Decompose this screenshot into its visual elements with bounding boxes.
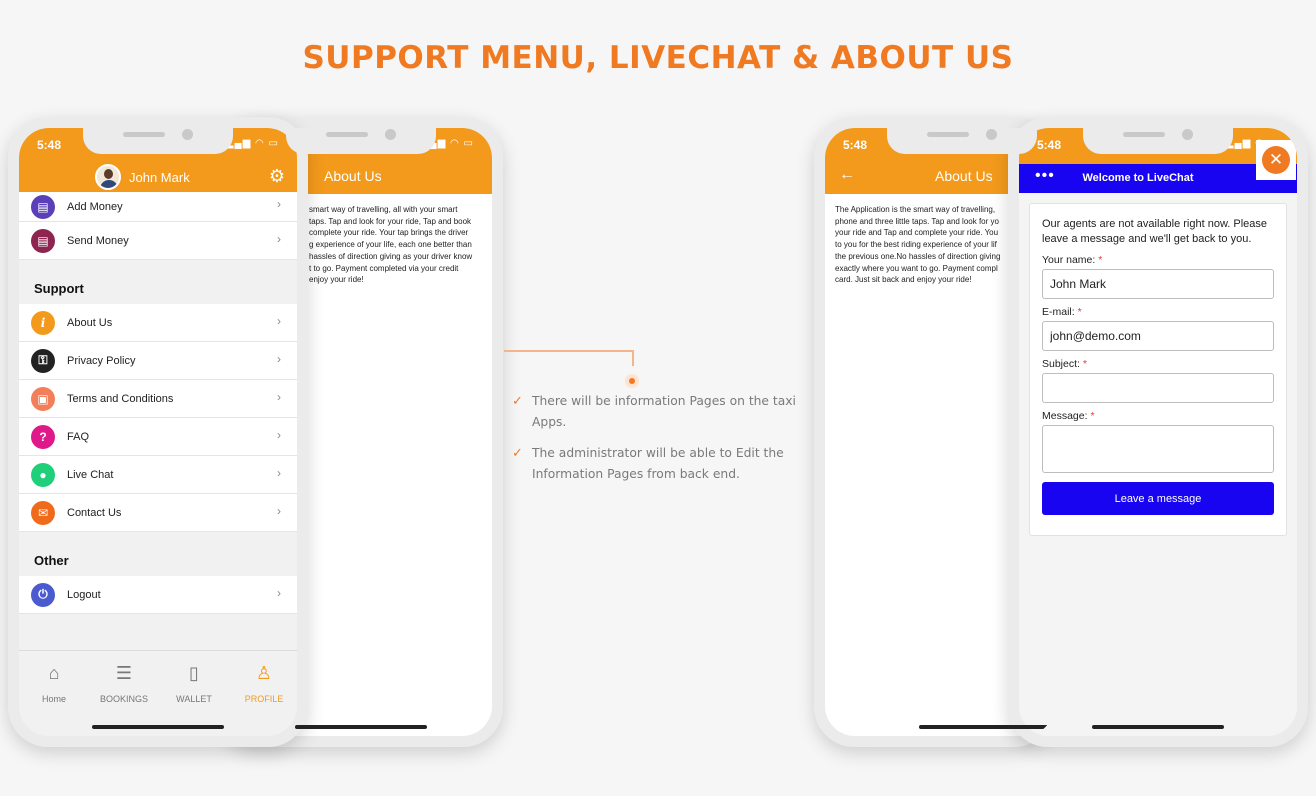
info-icon: i [31, 310, 55, 335]
menu-item-send-money[interactable]: ▤ Send Money › [19, 222, 297, 260]
chevron-right-icon: › [277, 390, 281, 404]
home-indicator [92, 725, 224, 729]
required-mark: * [1082, 358, 1087, 370]
bottom-tab-bar: ⌂ Home ☰ BOOKINGS ▯ WALLET ♙ PROFILE [19, 650, 297, 736]
menu-item-about-us[interactable]: i About Us › [19, 304, 297, 342]
leave-message-button[interactable]: Leave a message [1042, 482, 1274, 515]
phone-livechat: 5:48 ▂▄▆ ◠ ▭ ••• Welcome to LiveChat ✕ O… [1008, 117, 1308, 747]
back-arrow-icon[interactable]: ← [839, 166, 855, 184]
required-mark: * [1090, 410, 1095, 422]
notch [83, 128, 233, 154]
chevron-right-icon: › [277, 466, 281, 480]
chevron-right-icon: › [277, 314, 281, 328]
question-icon: ? [31, 424, 55, 449]
home-indicator [919, 725, 1052, 729]
connector-dot [625, 374, 639, 388]
tab-bookings[interactable]: ☰ BOOKINGS [89, 663, 159, 704]
wallet-send-icon: ▤ [31, 228, 55, 253]
about-body-text: The Application is the smart way of trav… [835, 205, 1001, 285]
profile-user-name: John Mark [129, 169, 190, 185]
user-icon: ♙ [255, 663, 273, 683]
subject-label: Subject: [1042, 358, 1080, 370]
menu-item-terms[interactable]: ▣ Terms and Conditions › [19, 380, 297, 418]
livechat-title: Welcome to LiveChat [1082, 172, 1194, 184]
chevron-right-icon: › [277, 197, 281, 211]
section-support-title: Support [19, 260, 297, 304]
phone-profile: 5:48 ▂▄▆ ◠ ▭ John Mark ⚙ ▤ Add Money › ▤… [8, 117, 308, 747]
notch [285, 128, 436, 154]
check-circle-icon: ✓ [512, 446, 523, 461]
home-icon: ⌂ [48, 663, 60, 683]
status-time: 5:48 [1037, 138, 1062, 152]
power-icon: ⏻ [31, 582, 55, 607]
livechat-body: Our agents are not available right now. … [1019, 193, 1297, 736]
section-other-title: Other [19, 532, 297, 576]
message-textarea[interactable] [1042, 425, 1274, 473]
tab-home[interactable]: ⌂ Home [19, 663, 89, 704]
required-mark: * [1077, 306, 1082, 318]
chevron-right-icon: › [277, 428, 281, 442]
menu-item-privacy-policy[interactable]: ⚿ Privacy Policy › [19, 342, 297, 380]
tab-wallet[interactable]: ▯ WALLET [159, 663, 229, 704]
status-time: 5:48 [37, 138, 62, 152]
close-icon: ✕ [1262, 146, 1290, 174]
chevron-right-icon: › [277, 586, 281, 600]
profile-user[interactable]: John Mark [95, 164, 190, 190]
leave-message-form: Our agents are not available right now. … [1029, 203, 1287, 536]
home-indicator [1092, 725, 1224, 729]
close-button[interactable]: ✕ [1256, 140, 1296, 180]
wallet-icon: ▯ [189, 663, 199, 683]
avatar [95, 164, 121, 190]
mail-icon: ✉ [31, 500, 55, 525]
name-input[interactable] [1042, 269, 1274, 299]
home-indicator [294, 725, 427, 729]
agents-unavailable-text: Our agents are not available right now. … [1042, 218, 1268, 245]
message-label: Message: [1042, 410, 1088, 422]
required-mark: * [1098, 254, 1103, 266]
padlock-icon: ▣ [31, 386, 55, 411]
menu-item-faq[interactable]: ? FAQ › [19, 418, 297, 456]
email-label: E-mail: [1042, 306, 1075, 318]
status-time: 5:48 [843, 138, 868, 152]
gear-icon[interactable]: ⚙ [269, 166, 285, 187]
tab-profile[interactable]: ♙ PROFILE [229, 663, 297, 704]
page-headline: SUPPORT MENU, LIVECHAT & ABOUT US [302, 40, 1014, 76]
feature-bullet: ✓ The administrator will be able to Edit… [512, 443, 802, 485]
menu-item-logout[interactable]: ⏻ Logout › [19, 576, 297, 614]
chat-bubble-icon: ● [31, 462, 55, 487]
chevron-right-icon: › [277, 352, 281, 366]
list-icon: ☰ [115, 663, 133, 683]
menu-item-add-money[interactable]: ▤ Add Money › [19, 192, 297, 222]
notch [887, 128, 1038, 154]
chevron-right-icon: › [277, 504, 281, 518]
menu-item-contact-us[interactable]: ✉ Contact Us › [19, 494, 297, 532]
connector-line [504, 350, 634, 352]
profile-menu: ▤ Add Money › ▤ Send Money › Support i A… [19, 192, 297, 658]
lock-icon: ⚿ [31, 348, 55, 373]
notch [1083, 128, 1233, 154]
menu-item-live-chat[interactable]: ● Live Chat › [19, 456, 297, 494]
feature-bullet: ✓ There will be information Pages on the… [512, 391, 802, 433]
status-icons: ▂▄▆ ◠ ▭ [225, 138, 279, 149]
name-label: Your name: [1042, 254, 1096, 266]
email-input[interactable] [1042, 321, 1274, 351]
chevron-right-icon: › [277, 232, 281, 246]
subject-input[interactable] [1042, 373, 1274, 403]
connector-line [632, 350, 634, 366]
wallet-plus-icon: ▤ [31, 194, 55, 219]
about-body-text: smart way of travelling, all with your s… [309, 205, 473, 285]
check-circle-icon: ✓ [512, 394, 523, 409]
